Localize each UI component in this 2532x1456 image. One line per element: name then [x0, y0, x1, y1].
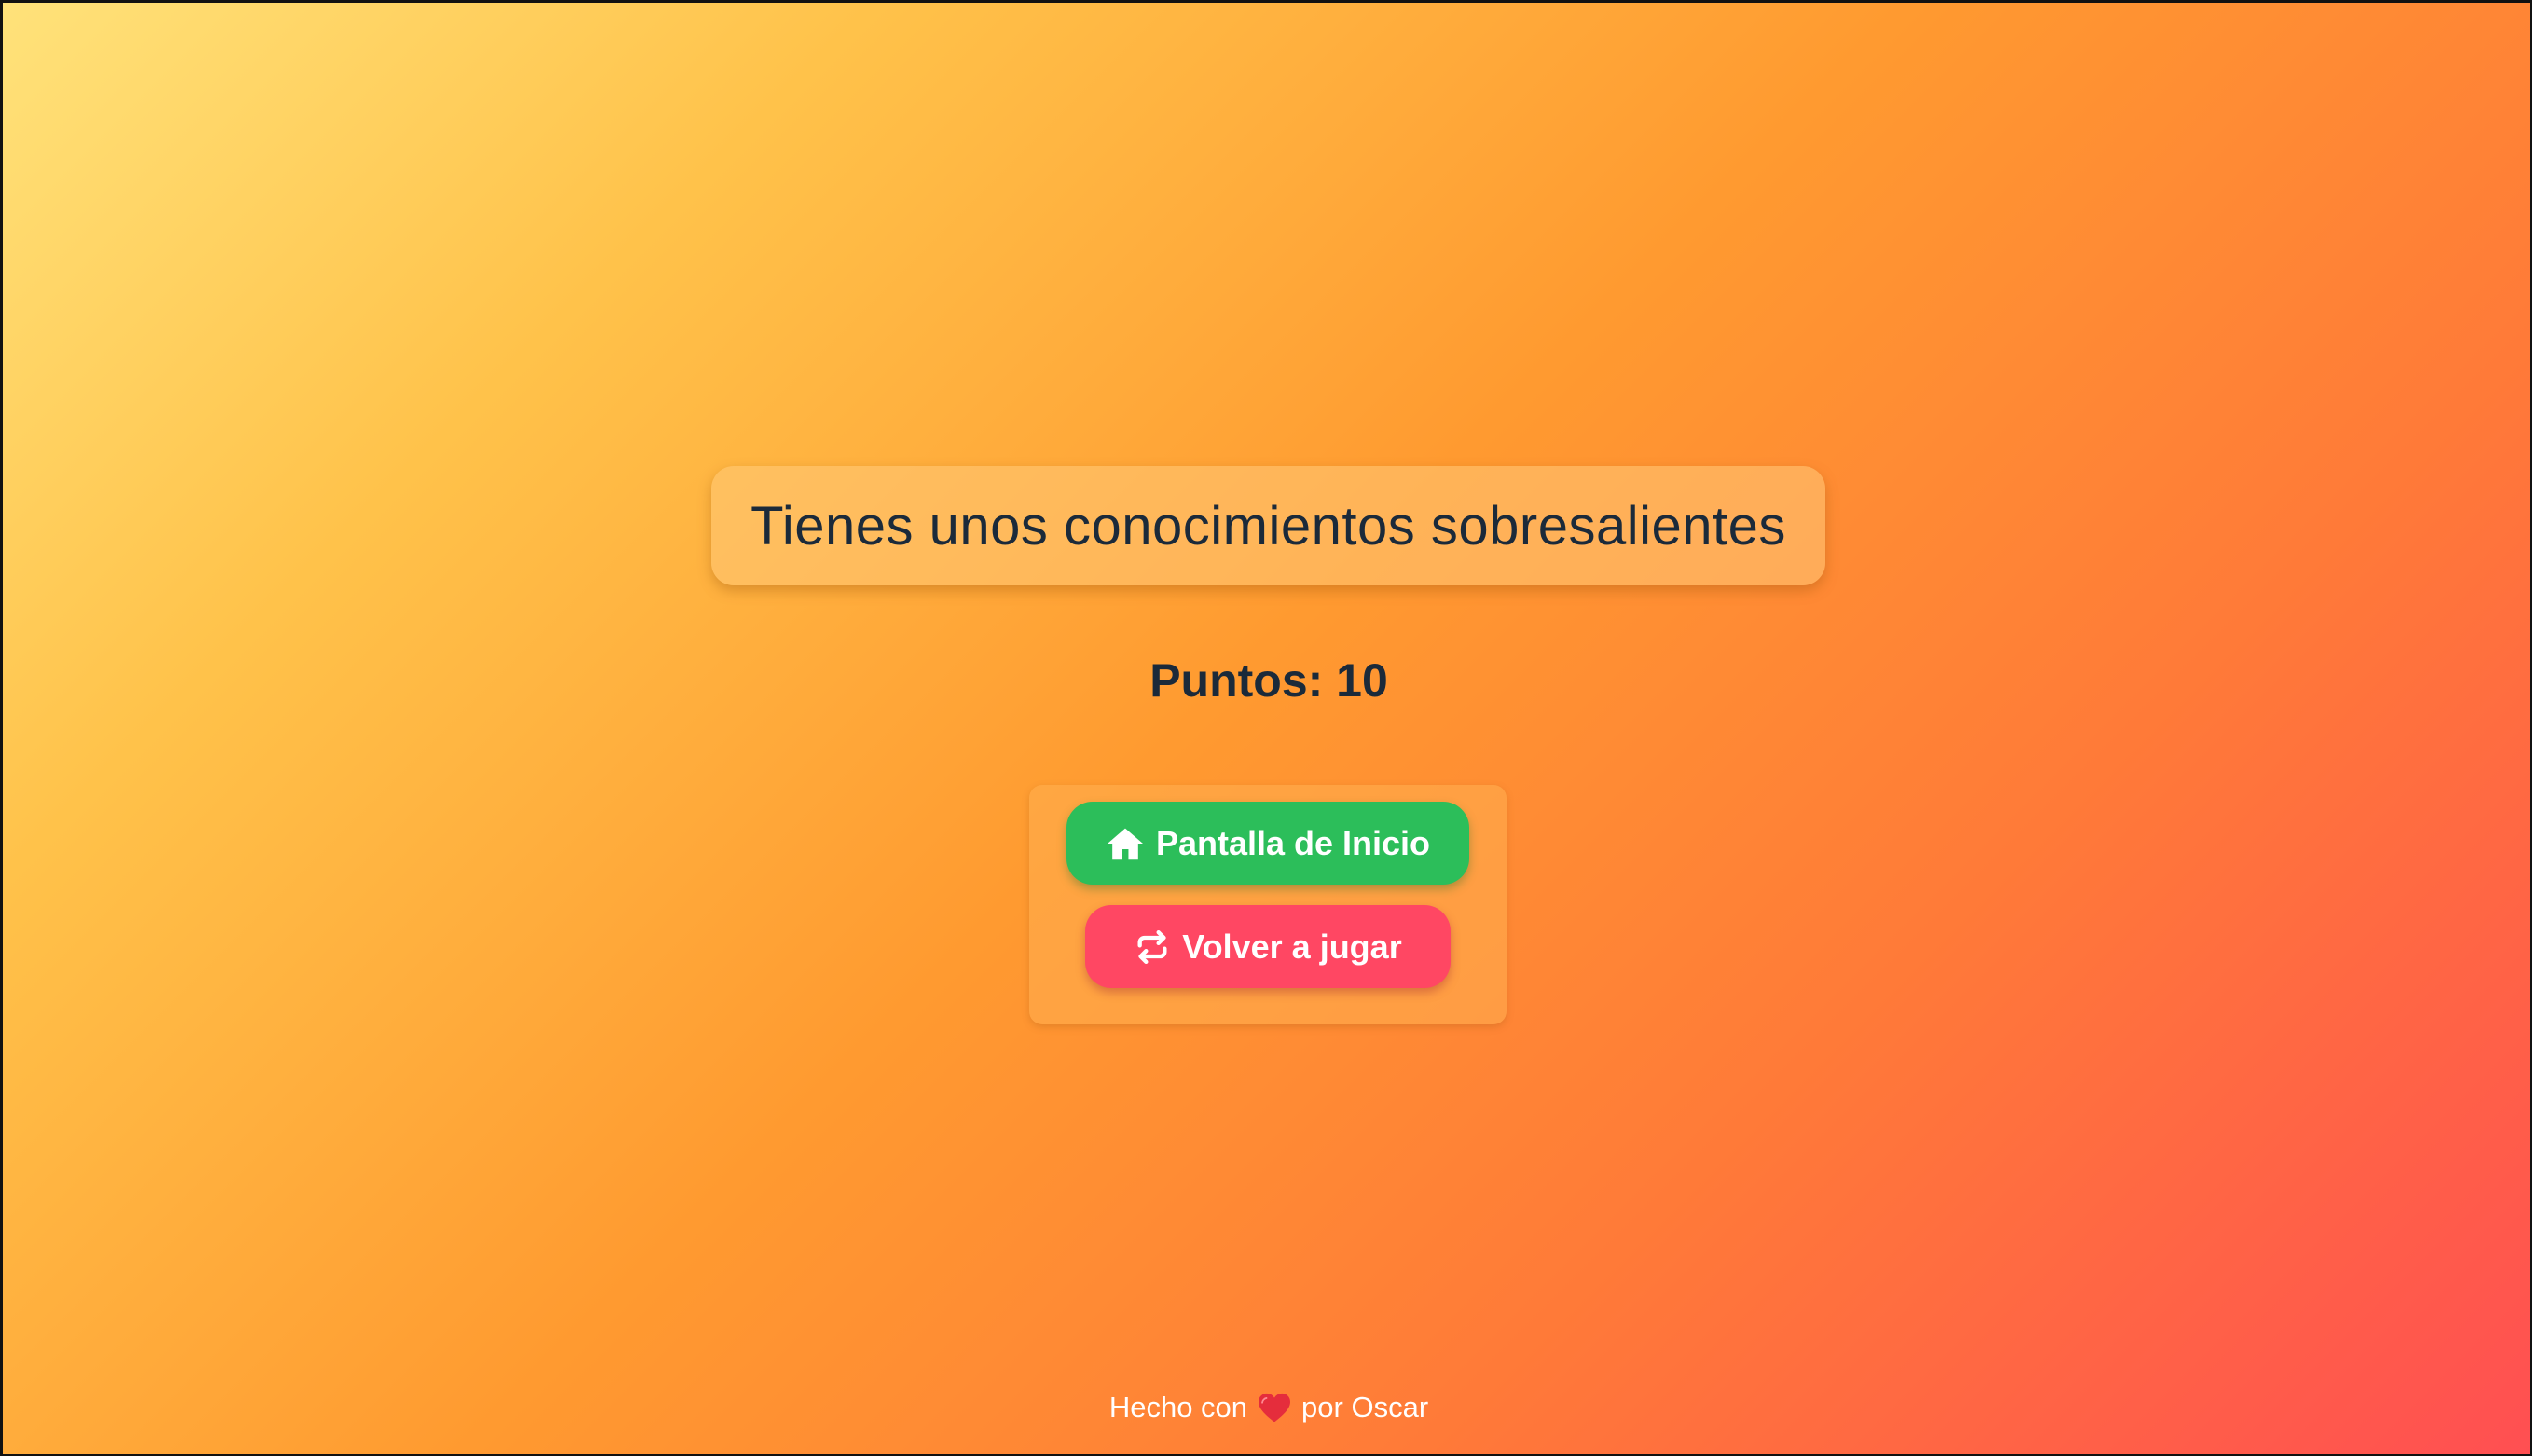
play-again-button-label: Volver a jugar: [1182, 927, 1402, 966]
home-button-label: Pantalla de Inicio: [1155, 823, 1431, 862]
repeat-icon: [1134, 928, 1171, 966]
result-screen: Tienes unos conocimientos sobresalientes…: [0, 0, 2532, 1456]
heart-icon: [1257, 1392, 1292, 1423]
play-again-button[interactable]: Volver a jugar: [1085, 905, 1451, 988]
result-message: Tienes unos conocimientos sobresalientes: [750, 495, 1786, 556]
result-message-card: Tienes unos conocimientos sobresalientes: [711, 466, 1825, 585]
home-icon: [1106, 826, 1145, 861]
footer-credit: Hecho con por Oscar: [3, 1391, 2532, 1424]
score-display: Puntos: 10: [1149, 654, 1388, 707]
footer-prefix: Hecho con: [1108, 1391, 1248, 1423]
actions-panel: Pantalla de Inicio Volver a jugar: [1029, 785, 1507, 1024]
footer-suffix: por Oscar: [1301, 1391, 1429, 1423]
home-screen-button[interactable]: Pantalla de Inicio: [1066, 802, 1469, 885]
